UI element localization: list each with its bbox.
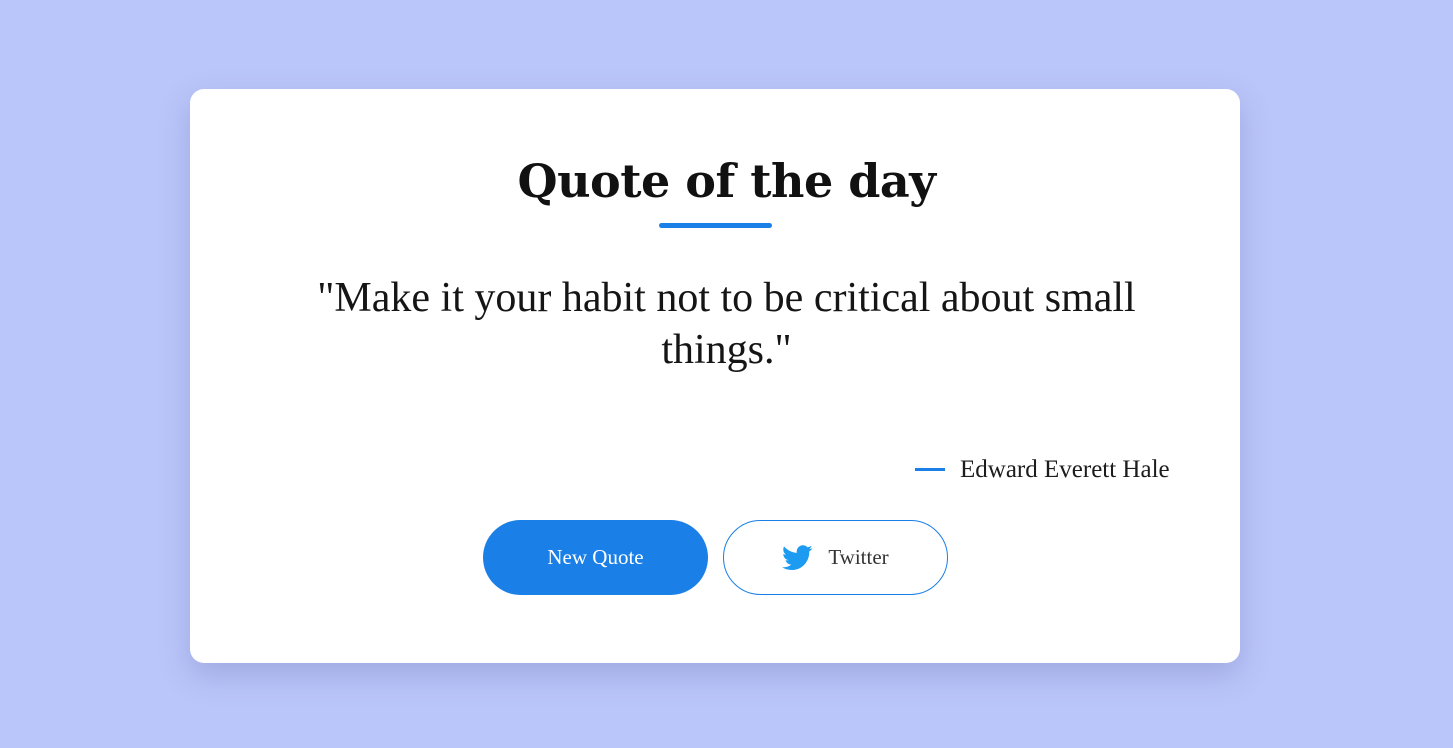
new-quote-label: New Quote [547, 545, 644, 569]
page-title: Quote of the day [517, 154, 936, 208]
twitter-icon [782, 544, 813, 571]
title-underline [659, 223, 772, 228]
new-quote-button[interactable]: New Quote [483, 520, 708, 595]
twitter-share-button[interactable]: Twitter [723, 520, 948, 595]
twitter-label: Twitter [828, 545, 889, 569]
author-dash [915, 468, 945, 471]
quote-author: Edward Everett Hale [960, 456, 1170, 483]
quote-text: "Make it your habit not to be critical a… [317, 275, 1136, 373]
